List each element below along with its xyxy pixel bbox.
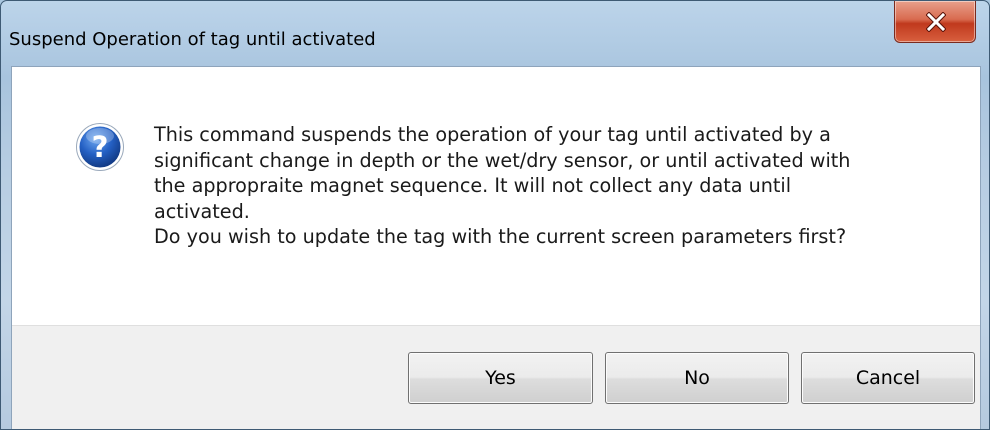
dialog-client-area: ? This command suspends the operation of… <box>11 66 981 429</box>
message-area: ? This command suspends the operation of… <box>12 67 980 325</box>
title-bar[interactable]: Suspend Operation of tag until activated <box>1 1 989 63</box>
window-title: Suspend Operation of tag until activated <box>9 29 376 50</box>
yes-button[interactable]: Yes <box>408 352 593 404</box>
dialog-message: This command suspends the operation of y… <box>154 122 954 250</box>
message-line: This command suspends the operation of y… <box>154 123 831 146</box>
close-button[interactable] <box>894 1 976 43</box>
message-line: Do you wish to update the tag with the c… <box>154 225 847 248</box>
svg-text:?: ? <box>92 130 109 164</box>
question-icon: ? <box>76 123 124 171</box>
message-line: activated. <box>154 199 250 223</box>
message-line: significant change in depth or the wet/d… <box>154 148 851 172</box>
button-bar: Yes No Cancel <box>12 325 980 429</box>
cancel-button[interactable]: Cancel <box>801 352 975 404</box>
no-button[interactable]: No <box>605 352 789 404</box>
dialog-window: Suspend Operation of tag until activated <box>0 0 990 430</box>
close-x-icon <box>926 12 946 32</box>
message-line: the appropraite magnet sequence. It will… <box>154 174 792 197</box>
